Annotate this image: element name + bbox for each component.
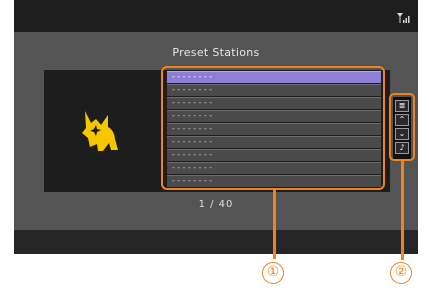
page-title: Preset Stations [172, 46, 260, 59]
dog-logo-icon [82, 111, 118, 151]
status-bar [14, 0, 418, 32]
callout-number-1: ① [262, 262, 284, 284]
callout-number-2: ② [390, 262, 412, 284]
side-buttons-callout-frame [389, 93, 415, 161]
signal-strength-icon [397, 13, 410, 23]
page-indicator: 1 / 40 [198, 199, 234, 210]
bottom-bar [14, 230, 418, 254]
callout-one-leader [273, 190, 276, 259]
list-callout-frame [161, 66, 385, 190]
callout-two-leader [401, 161, 404, 260]
